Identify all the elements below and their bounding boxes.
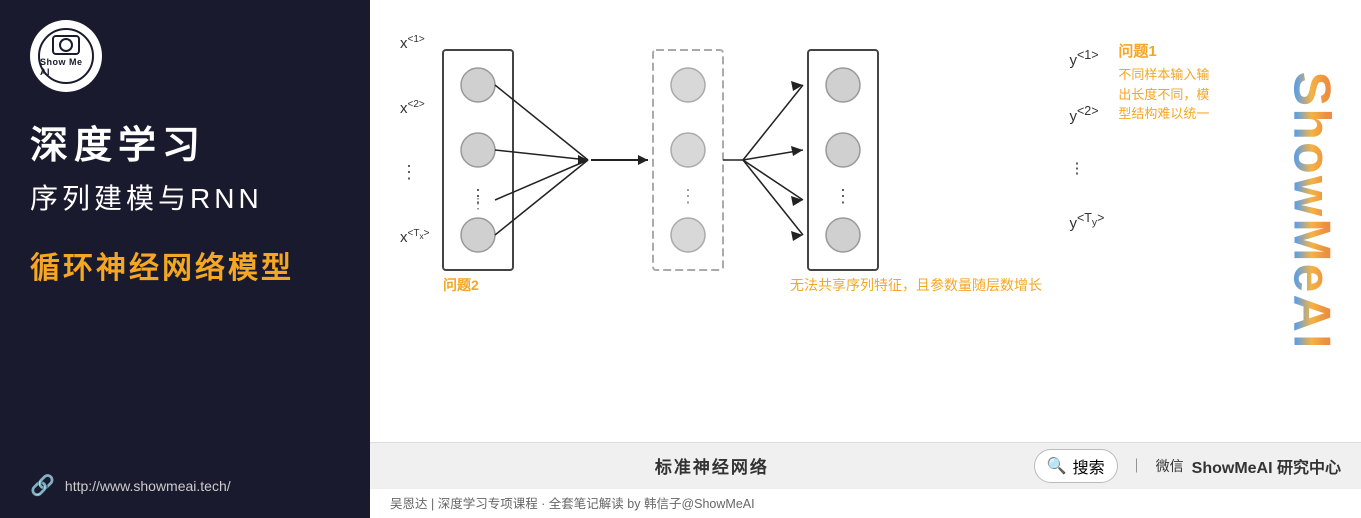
out-y1: y<1> (1069, 48, 1104, 69)
problem2-area: 无法共享序列特征，且参数量随层数增长 (790, 275, 1042, 295)
logo-area: Show Me AI (30, 20, 340, 92)
brand-label: ShowMeAI 研究中心 (1192, 454, 1341, 478)
svg-text:⋮: ⋮ (679, 186, 697, 206)
logo-icon (52, 35, 80, 55)
logo-inner: Show Me AI (38, 28, 94, 84)
link-icon: 🔗 (30, 473, 55, 498)
logo-text-sm: Show Me AI (40, 57, 92, 77)
footer-bar: 吴恩达 | 深度学习专项课程 · 全套笔记解读 by 韩信子@ShowMeAI (370, 488, 1361, 518)
main-content: ShowMeAI x<1> x<2> ⋮ x<Tx> (370, 0, 1361, 442)
link-url: http://www.showmeai.tech/ (65, 478, 231, 494)
out-yt: y<Ty> (1069, 211, 1104, 232)
input-dots: ⋮ (400, 163, 429, 181)
bottom-right: 🔍 搜索 ｜ 微信 ShowMeAI 研究中心 (1034, 449, 1341, 483)
bottom-center-label: 标准神经网络 (655, 453, 769, 478)
bottom-link[interactable]: 🔗 http://www.showmeai.tech/ (30, 453, 340, 498)
bottom-bar: 标准神经网络 🔍 搜索 ｜ 微信 ShowMeAI 研究中心 (370, 442, 1361, 488)
problem1-desc: 不同样本输入输出长度不同，模型结构难以统一 (1118, 65, 1211, 124)
right-panel: ShowMeAI x<1> x<2> ⋮ x<Tx> (370, 0, 1361, 518)
problem2-desc: 无法共享序列特征，且参数量随层数增长 (790, 275, 1042, 295)
out-y2: y<2> (1069, 104, 1104, 125)
wechat-label: 微信 (1156, 456, 1184, 476)
out-dots: ⋮ (1069, 161, 1104, 176)
search-label: 搜索 (1073, 454, 1105, 478)
highlight-title: 循环神经网络模型 (30, 243, 340, 287)
input-labels: x<1> x<2> ⋮ x<Tx> (400, 30, 429, 250)
problem1-title: 问题1 (1118, 40, 1211, 61)
search-box[interactable]: 🔍 搜索 (1034, 449, 1118, 483)
input-x1: x<1> (400, 34, 429, 52)
svg-text:⋮: ⋮ (471, 195, 485, 211)
diagram-area: x<1> x<2> ⋮ x<Tx> ⋮ (400, 20, 1331, 432)
svg-text:问题2: 问题2 (443, 277, 479, 293)
divider: ｜ (1130, 456, 1144, 476)
logo-circle: Show Me AI (30, 20, 102, 92)
svg-text:⋮: ⋮ (834, 186, 852, 206)
problem1-block: 问题1 不同样本输入输出长度不同，模型结构难以统一 (1118, 40, 1211, 124)
footer-text: 吴恩达 | 深度学习专项课程 · 全套笔记解读 by 韩信子@ShowMeAI (390, 497, 755, 511)
input-xt: x<Tx> (400, 228, 429, 246)
nn-content: x<1> x<2> ⋮ x<Tx> ⋮ (400, 30, 1331, 300)
input-x2: x<2> (400, 99, 429, 117)
title-block: 深度学习 序列建模与RNN 循环神经网络模型 (30, 122, 340, 453)
sub-title: 序列建模与RNN (30, 179, 340, 218)
nn-svg: ⋮ (433, 40, 1063, 300)
main-title: 深度学习 (30, 122, 340, 171)
search-icon: 🔍 (1047, 456, 1067, 476)
output-labels: y<1> y<2> ⋮ y<Ty> (1069, 40, 1104, 240)
left-panel: Show Me AI 深度学习 序列建模与RNN 循环神经网络模型 🔗 http… (0, 0, 370, 518)
